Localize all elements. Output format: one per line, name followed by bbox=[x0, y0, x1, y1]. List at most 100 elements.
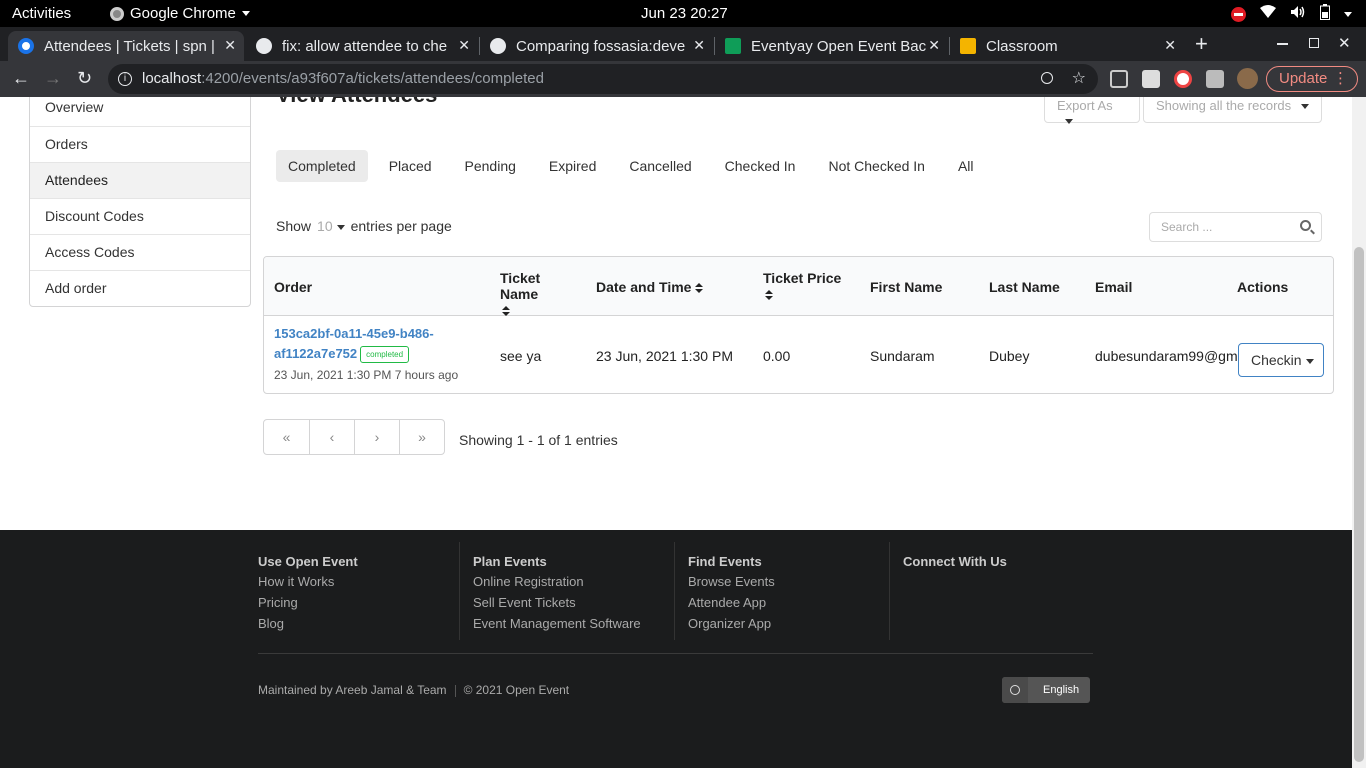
site-info-icon[interactable]: i bbox=[118, 72, 132, 86]
column-header-ticket-price[interactable]: Ticket Price bbox=[763, 270, 841, 302]
tab-placed[interactable]: Placed bbox=[377, 150, 444, 182]
records-filter-dropdown[interactable]: Showing all the records bbox=[1143, 97, 1322, 123]
footer-link[interactable]: Sell Event Tickets bbox=[473, 595, 641, 610]
checkin-dropdown-button[interactable]: Checkin bbox=[1238, 343, 1324, 377]
footer-link[interactable]: How it Works bbox=[258, 574, 358, 589]
close-icon[interactable]: ✕ bbox=[224, 37, 236, 54]
cell-first-name: Sundaram bbox=[870, 348, 935, 364]
clock[interactable]: Jun 23 20:27 bbox=[641, 5, 728, 22]
volume-icon[interactable] bbox=[1290, 5, 1306, 23]
forward-icon[interactable]: → bbox=[44, 68, 62, 89]
footer-link[interactable]: Pricing bbox=[258, 595, 358, 610]
pagination: « ‹ › » bbox=[263, 419, 445, 455]
next-page-button[interactable]: › bbox=[354, 420, 399, 454]
footer-link[interactable]: Event Management Software bbox=[473, 616, 641, 631]
language-selector-button[interactable]: English bbox=[1002, 677, 1090, 703]
sidebar-item-overview[interactable]: Overview bbox=[30, 97, 250, 126]
footer-column-connect: Connect With Us bbox=[903, 542, 1007, 640]
footer-link[interactable]: Attendee App bbox=[688, 595, 775, 610]
footer-link[interactable]: Blog bbox=[258, 616, 358, 631]
update-button[interactable]: Update ⋮ bbox=[1266, 66, 1358, 92]
last-page-button[interactable]: » bbox=[399, 420, 444, 454]
scrollbar-thumb[interactable] bbox=[1354, 247, 1364, 762]
sort-icon[interactable] bbox=[502, 305, 510, 317]
footer-column-use-open-event: Use Open Event How it Works Pricing Blog bbox=[258, 542, 358, 640]
color-extension-icon[interactable] bbox=[1174, 70, 1192, 88]
browser-tab[interactable]: Attendees | Tickets | spn | ✕ bbox=[8, 31, 244, 61]
wifi-icon[interactable] bbox=[1260, 5, 1276, 23]
more-menu-icon[interactable]: ⋮ bbox=[1333, 67, 1348, 91]
restore-icon[interactable] bbox=[1309, 38, 1319, 48]
sidebar-item-discount-codes[interactable]: Discount Codes bbox=[30, 198, 250, 234]
column-header-date-time[interactable]: Date and Time bbox=[596, 279, 704, 295]
search-input[interactable]: Search ... bbox=[1149, 212, 1322, 242]
chevron-down-icon bbox=[1306, 359, 1314, 364]
sort-icon[interactable] bbox=[695, 282, 704, 294]
order-id-link[interactable]: 153ca2bf-0a11-45e9-b486- bbox=[274, 325, 434, 341]
sidebar-item-orders[interactable]: Orders bbox=[30, 126, 250, 162]
page-scrollbar[interactable] bbox=[1352, 97, 1366, 768]
tab-all[interactable]: All bbox=[946, 150, 986, 182]
footer-divider bbox=[459, 542, 460, 640]
tab-expired[interactable]: Expired bbox=[537, 150, 608, 182]
sort-icon[interactable] bbox=[765, 289, 773, 301]
activities-button[interactable]: Activities bbox=[12, 5, 71, 22]
tab-checked-in[interactable]: Checked In bbox=[713, 150, 808, 182]
entries-value: 10 bbox=[317, 218, 333, 234]
export-dropdown[interactable]: Export As bbox=[1044, 97, 1140, 125]
close-icon[interactable]: ✕ bbox=[928, 37, 940, 54]
sh-extension-icon[interactable] bbox=[1142, 70, 1160, 88]
attendees-table: Order Ticket Name Date and Time Ticket P… bbox=[263, 256, 1334, 394]
footer-divider-line bbox=[258, 653, 1093, 654]
site-footer: Use Open Event How it Works Pricing Blog… bbox=[0, 530, 1352, 768]
close-window-icon[interactable]: ✕ bbox=[1338, 34, 1351, 52]
app-menu[interactable]: Google Chrome bbox=[110, 5, 250, 22]
qr-extension-icon[interactable] bbox=[1110, 70, 1128, 88]
footer-link[interactable]: Online Registration bbox=[473, 574, 641, 589]
url-host: localhost bbox=[142, 70, 202, 87]
event-sidebar-menu: Overview Orders Attendees Discount Codes… bbox=[29, 97, 251, 307]
sidebar-item-access-codes[interactable]: Access Codes bbox=[30, 234, 250, 270]
zoom-icon[interactable] bbox=[1041, 72, 1053, 84]
avatar[interactable] bbox=[1237, 68, 1258, 89]
records-filter-value: Showing all the records bbox=[1156, 98, 1292, 113]
bookmark-star-icon[interactable]: ☆ bbox=[1072, 64, 1086, 94]
browser-tab[interactable]: Eventyay Open Event Bac ✕ bbox=[715, 31, 948, 61]
extensions-puzzle-icon[interactable] bbox=[1206, 70, 1224, 88]
sidebar-item-attendees[interactable]: Attendees bbox=[30, 162, 250, 198]
tab-cancelled[interactable]: Cancelled bbox=[617, 150, 703, 182]
classroom-icon bbox=[960, 38, 976, 54]
previous-page-button[interactable]: ‹ bbox=[309, 420, 354, 454]
back-icon[interactable]: ← bbox=[12, 68, 30, 89]
do-not-disturb-icon[interactable] bbox=[1231, 6, 1246, 22]
search-icon[interactable] bbox=[1300, 220, 1311, 231]
tab-not-checked-in[interactable]: Not Checked In bbox=[816, 150, 937, 182]
tab-title: Classroom bbox=[986, 37, 1058, 55]
power-menu-icon[interactable] bbox=[1344, 6, 1352, 23]
minimize-icon[interactable] bbox=[1277, 43, 1288, 45]
battery-icon[interactable] bbox=[1320, 4, 1330, 24]
cell-email: dubesundaram99@gmail. bbox=[1095, 348, 1238, 364]
footer-link[interactable]: Organizer App bbox=[688, 616, 775, 631]
browser-tab[interactable]: Classroom ✕ bbox=[950, 31, 1184, 61]
column-header-ticket-name[interactable]: Ticket Name bbox=[500, 270, 580, 318]
address-bar[interactable]: i localhost:4200/events/a93f607a/tickets… bbox=[108, 64, 1098, 94]
first-page-button[interactable]: « bbox=[264, 420, 309, 454]
order-id-line2: af1122a7e752 bbox=[274, 346, 358, 361]
sidebar-item-add-order[interactable]: Add order bbox=[30, 270, 250, 306]
entries-select[interactable]: 10 bbox=[311, 218, 351, 234]
reload-icon[interactable]: ↻ bbox=[77, 68, 92, 89]
close-icon[interactable]: ✕ bbox=[693, 37, 705, 54]
new-tab-icon[interactable]: + bbox=[1195, 31, 1208, 57]
column-header-order: Order bbox=[274, 279, 313, 295]
footer-link[interactable]: Browse Events bbox=[688, 574, 775, 589]
browser-tab[interactable]: Comparing fossasia:deve ✕ bbox=[480, 31, 713, 61]
tab-completed[interactable]: Completed bbox=[276, 150, 368, 182]
tab-pending[interactable]: Pending bbox=[453, 150, 528, 182]
order-id-link-continued[interactable]: af1122a7e752 completed bbox=[274, 345, 410, 363]
system-tray[interactable] bbox=[1231, 4, 1352, 24]
close-icon[interactable]: ✕ bbox=[458, 37, 470, 54]
browser-tab[interactable]: fix: allow attendee to che ✕ bbox=[246, 31, 478, 61]
footer-divider bbox=[889, 542, 890, 640]
close-icon[interactable]: ✕ bbox=[1164, 37, 1176, 54]
